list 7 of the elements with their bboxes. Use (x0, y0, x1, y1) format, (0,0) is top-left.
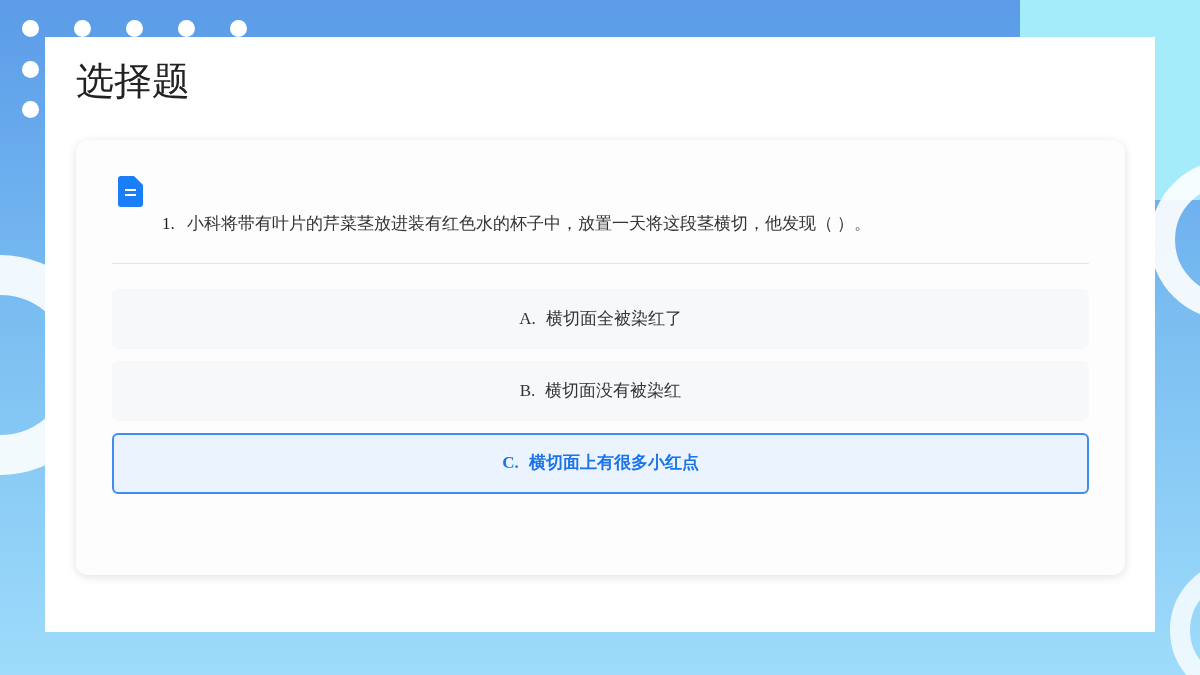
answer-option[interactable]: C. 横切面上有很多小红点 (112, 432, 1089, 494)
document-icon (118, 176, 143, 207)
answer-option[interactable]: B. 横切面没有被染红 (112, 360, 1089, 421)
question-number: 1. (162, 213, 175, 235)
answer-option[interactable]: A. 横切面全被染红了 (112, 288, 1089, 349)
slide-title: 选择题 (76, 59, 191, 104)
question-text: 小科将带有叶片的芹菜茎放进装有红色水的杯子中，放置一天将这段茎横切，他发现（ ）。 (186, 213, 871, 235)
